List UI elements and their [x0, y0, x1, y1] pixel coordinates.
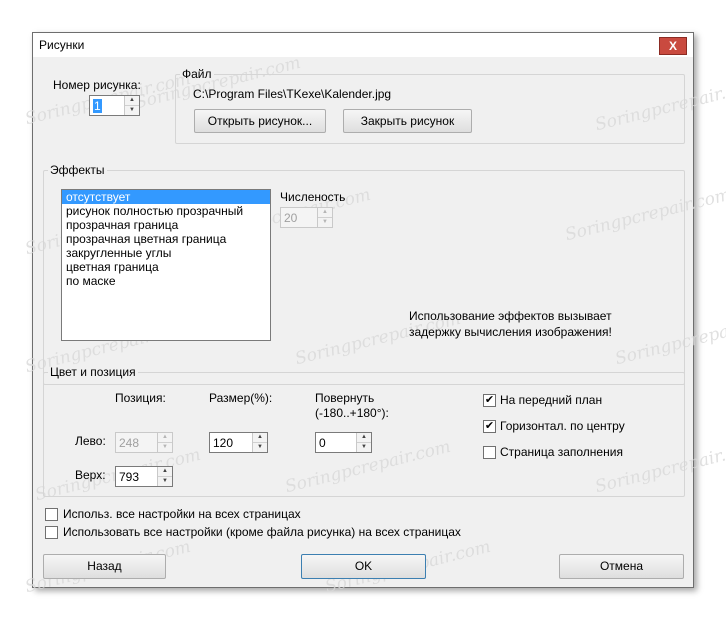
list-item[interactable]: прозрачная граница — [62, 218, 270, 232]
image-number-spinner[interactable]: 1 ▲ ▼ — [89, 95, 140, 116]
size-spinner[interactable]: 120 ▲ ▼ — [209, 432, 268, 453]
list-item[interactable]: закругленные углы — [62, 246, 270, 260]
fill-checkbox[interactable] — [483, 446, 496, 459]
list-item[interactable]: отсутствует — [62, 190, 270, 204]
effects-group-legend: Эффекты — [50, 163, 105, 177]
center-label: Горизонтал. по центру — [500, 419, 625, 433]
spin-down-icon[interactable]: ▼ — [158, 477, 172, 486]
effect-strength-spinner[interactable]: 20 ▲ ▼ — [280, 207, 333, 228]
back-button[interactable]: Назад — [43, 554, 166, 579]
check-icon: ✔ — [484, 420, 495, 432]
left-value: 248 — [119, 436, 140, 450]
image-number-label: Номер рисунка: — [53, 78, 141, 92]
window-title: Рисунки — [39, 38, 85, 52]
list-item[interactable]: цветная граница — [62, 260, 270, 274]
open-image-button[interactable]: Открыть рисунок... — [194, 109, 326, 133]
close-image-button[interactable]: Закрыть рисунок — [343, 109, 472, 133]
spin-down-icon[interactable]: ▼ — [158, 443, 172, 452]
apply-all-except-checkbox[interactable] — [45, 526, 58, 539]
spin-up-icon[interactable]: ▲ — [158, 467, 172, 477]
list-item[interactable]: по маске — [62, 274, 270, 288]
ok-button[interactable]: OK — [301, 554, 426, 579]
apply-all-checkbox[interactable] — [45, 508, 58, 521]
spin-up-icon[interactable]: ▲ — [253, 433, 267, 443]
cancel-button[interactable]: Отмена — [559, 554, 684, 579]
effects-note-line2: задержку вычисления изображения! — [409, 325, 612, 339]
spin-down-icon[interactable]: ▼ — [357, 443, 371, 452]
top-spinner[interactable]: 793 ▲ ▼ — [115, 466, 173, 487]
apply-all-except-label: Использовать все настройки (кроме файла … — [63, 525, 461, 539]
image-number-value[interactable]: 1 — [93, 99, 102, 113]
fill-label: Страница заполнения — [500, 445, 623, 459]
left-label: Лево: — [75, 434, 106, 448]
top-value[interactable]: 793 — [119, 470, 139, 484]
list-item[interactable]: рисунок полностью прозрачный — [62, 204, 270, 218]
spin-up-icon[interactable]: ▲ — [318, 208, 332, 218]
apply-all-label: Использ. все настройки на всех страницах — [63, 507, 301, 521]
title-bar: Рисунки X — [33, 33, 693, 57]
rotate-label: Повернуть — [315, 391, 375, 405]
file-group-legend: Файл — [182, 67, 212, 81]
effect-strength-value: 20 — [284, 211, 298, 225]
spin-down-icon[interactable]: ▼ — [318, 218, 332, 227]
color-position-legend: Цвет и позиция — [50, 365, 136, 379]
position-label: Позиция: — [115, 391, 166, 405]
spin-up-icon[interactable]: ▲ — [125, 96, 139, 106]
left-spinner[interactable]: 248 ▲ ▼ — [115, 432, 173, 453]
foreground-checkbox[interactable]: ✔ — [483, 394, 496, 407]
top-label: Верх: — [75, 468, 106, 482]
dialog-window: Рисунки X Soringpcrepair.com Soringpcrep… — [23, 32, 726, 597]
close-button[interactable]: X — [659, 37, 687, 55]
spin-down-icon[interactable]: ▼ — [253, 443, 267, 452]
close-icon: X — [668, 39, 677, 53]
center-checkbox[interactable]: ✔ — [483, 420, 496, 433]
spin-up-icon[interactable]: ▲ — [357, 433, 371, 443]
rotate-range-label: (-180..+180°): — [315, 406, 389, 420]
dialog-client: Soringpcrepair.com Soringpcrepair.com So… — [23, 53, 726, 597]
check-icon: ✔ — [484, 394, 495, 406]
effects-note-line1: Использование эффектов вызывает — [409, 309, 612, 323]
spin-up-icon[interactable]: ▲ — [158, 433, 172, 443]
effects-listbox[interactable]: отсутствует рисунок полностью прозрачный… — [61, 189, 271, 341]
effect-strength-label: Численость — [280, 190, 346, 204]
list-item[interactable]: прозрачная цветная граница — [62, 232, 270, 246]
rotate-spinner[interactable]: 0 ▲ ▼ — [315, 432, 372, 453]
file-path: C:\Program Files\TKexe\Kalender.jpg — [193, 87, 392, 101]
rotate-value[interactable]: 0 — [319, 436, 326, 450]
spin-down-icon[interactable]: ▼ — [125, 106, 139, 115]
size-value[interactable]: 120 — [213, 436, 233, 450]
foreground-label: На передний план — [500, 393, 603, 407]
size-label: Размер(%): — [209, 391, 273, 405]
